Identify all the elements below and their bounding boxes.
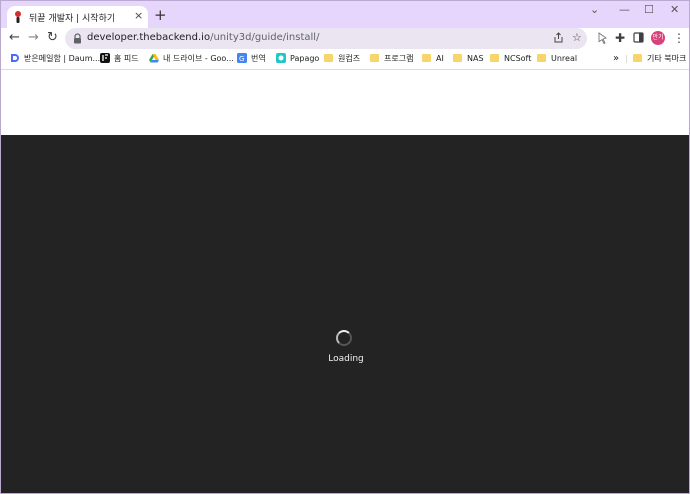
bookmark-folder-program[interactable]: 프로그램: [370, 53, 413, 65]
extensions-puzzle-icon[interactable]: ✚: [615, 32, 625, 45]
google-drive-icon: [149, 54, 159, 63]
share-icon[interactable]: [553, 32, 564, 43]
bookmark-papago[interactable]: Papago: [276, 53, 319, 65]
bookmark-folder-wonkeomjeu[interactable]: 원컴즈: [324, 53, 360, 65]
folder-icon: [422, 54, 431, 62]
url-host: developer.thebackend.io: [87, 32, 211, 43]
tab-search-icon[interactable]: ⌄: [590, 4, 599, 16]
profile-avatar[interactable]: 만기: [651, 31, 665, 45]
browser-window: 뒤끝 개발자 | 시작하기 × + ⌄ — ☐ ✕ ← → ↻ develope…: [0, 0, 690, 494]
tab-active[interactable]: 뒤끝 개발자 | 시작하기 ×: [7, 6, 148, 28]
close-window-button[interactable]: ✕: [670, 4, 679, 16]
new-tab-button[interactable]: +: [154, 7, 167, 23]
page-header-area: [1, 70, 689, 135]
url-text[interactable]: developer.thebackend.io/unity3d/guide/in…: [87, 32, 319, 43]
bookmark-folder-unreal[interactable]: Unreal: [537, 53, 577, 65]
bookmark-folder-nas[interactable]: NAS: [453, 53, 484, 65]
lock-icon[interactable]: [73, 33, 82, 44]
browser-toolbar: ← → ↻ developer.thebackend.io/unity3d/gu…: [1, 28, 689, 49]
folder-icon: [453, 54, 462, 62]
page-content-area: Loading: [1, 135, 689, 493]
site-favicon-icon: [15, 11, 21, 23]
bookmark-folder-ncsoft[interactable]: NCSoft: [490, 53, 531, 65]
bookmark-home-feed[interactable]: 홈 피드: [100, 53, 139, 65]
folder-icon: [633, 54, 642, 62]
minimize-button[interactable]: —: [619, 4, 630, 16]
address-bar[interactable]: developer.thebackend.io/unity3d/guide/in…: [65, 28, 587, 49]
forward-button[interactable]: →: [28, 31, 39, 45]
daum-icon: [11, 54, 19, 62]
bookmark-google-drive[interactable]: 내 드라이브 - Goo...: [149, 53, 234, 65]
loading-spinner-icon: [336, 330, 352, 346]
translate-icon: G: [237, 53, 247, 63]
tab-title: 뒤끝 개발자 | 시작하기: [29, 14, 116, 24]
papago-icon: [276, 53, 286, 63]
feed-icon: [100, 53, 110, 63]
bookmark-translate[interactable]: G 번역: [237, 53, 266, 65]
folder-icon: [490, 54, 499, 62]
maximize-button[interactable]: ☐: [644, 4, 654, 16]
url-path: /unity3d/guide/install/: [210, 32, 320, 43]
reload-button[interactable]: ↻: [47, 31, 58, 45]
menu-kebab-icon[interactable]: ⋮: [673, 32, 685, 45]
svg-text:G: G: [239, 55, 244, 63]
bookmarks-bar: 받은메일함 | Daum... 홈 피드 내 드라이브 - Goo... G 번역…: [1, 49, 689, 70]
folder-icon: [537, 54, 546, 62]
cursor-extension-icon[interactable]: [597, 32, 608, 44]
back-button[interactable]: ←: [9, 31, 20, 45]
tab-strip: 뒤끝 개발자 | 시작하기 × + ⌄ — ☐ ✕: [1, 1, 689, 28]
side-panel-icon[interactable]: [633, 32, 644, 43]
bookmark-daum[interactable]: 받은메일함 | Daum...: [10, 53, 100, 65]
folder-icon: [324, 54, 333, 62]
loading-text: Loading: [328, 354, 364, 364]
tab-close-icon[interactable]: ×: [134, 10, 143, 22]
bookmark-folder-ai[interactable]: AI: [422, 53, 444, 65]
bookmarks-overflow-button[interactable]: »: [613, 53, 619, 65]
bookmark-other-folder[interactable]: 기타 북마크: [633, 53, 686, 65]
bookmarks-divider: |: [625, 54, 628, 63]
folder-icon: [370, 54, 379, 62]
bookmark-star-icon[interactable]: ☆: [572, 32, 582, 44]
